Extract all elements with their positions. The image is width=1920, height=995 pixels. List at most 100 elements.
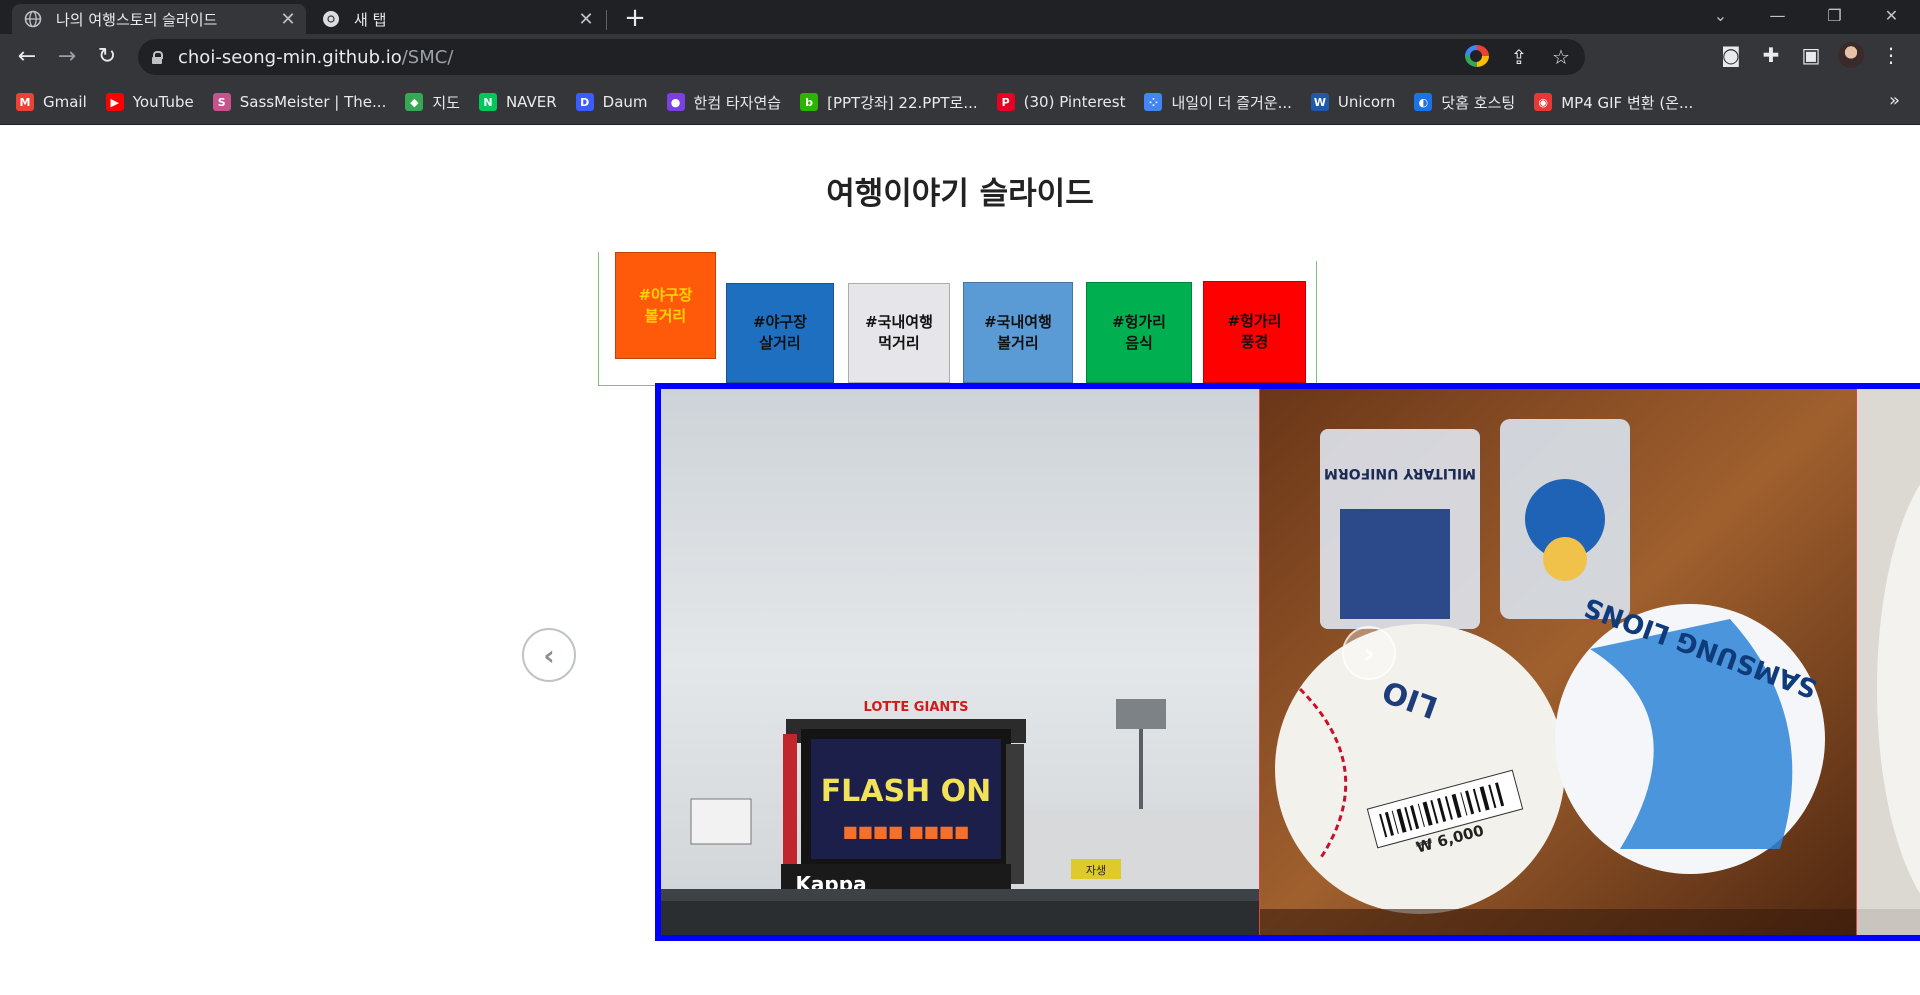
slide-stadium-photo: 자생 FLASH ON ■■■■ ■■■■ LOTTE GIANTS Kappa [661,389,1259,935]
category-label: #야구장 살거리 [753,313,807,352]
camera-icon[interactable]: ◙ [1718,43,1744,67]
address-bar[interactable]: choi-seong-min.github.io/SMC/ ⇪ ☆ [138,39,1585,75]
image-slider: 자생 FLASH ON ■■■■ ■■■■ LOTTE GIANTS Kappa [655,383,1920,941]
tab-title: 새 탭 [354,10,387,29]
bookmark-item[interactable]: ◉ MP4 GIF 변환 (온... [1534,92,1693,113]
bookmark-label: 한컴 타자연습 [693,93,782,112]
bookmark-label: Unicorn [1337,93,1396,111]
naver-icon: N [478,93,497,111]
bookmark-item[interactable]: ⁘ 내일이 더 즐거운... [1144,92,1292,113]
tab-travel-story[interactable]: 나의 여행스토리 슬라이드 ✕ [12,4,306,34]
page-title: 여행이야기 슬라이드 [826,176,1094,212]
bookmark-item[interactable]: ● 한컴 타자연습 [666,92,782,113]
bookmark-label: 지도 [432,93,460,112]
category-label: #국내여행 먹거리 [865,313,933,352]
next-slide-button[interactable]: › [1342,626,1396,680]
tab-new-tab[interactable]: 새 탭 ✕ [310,4,604,34]
url-path: /SMC/ [401,46,454,68]
chrome-icon [322,10,340,28]
converter-icon: ◉ [1534,93,1553,111]
stadium-image: 자생 FLASH ON ■■■■ ■■■■ LOTTE GIANTS Kappa [661,389,1259,935]
close-tab-icon[interactable]: ✕ [276,9,300,30]
category-domestic-food[interactable]: #국내여행 먹거리 [848,283,950,383]
svg-text:■■■■ ■■■■: ■■■■ ■■■■ [843,822,970,841]
team-sign-text: LOTTE GIANTS [864,700,969,715]
youtube-icon: ▶ [105,93,124,111]
blog-icon: b [800,93,819,111]
browser-toolbar: ← → ↻ choi-seong-min.github.io/SMC/ ⇪ ☆ … [0,34,1920,80]
app-grid-icon: ⁘ [1144,93,1163,111]
close-window-button[interactable]: ✕ [1863,0,1920,34]
browser-tabstrip: 나의 여행스토리 슬라이드 ✕ 새 탭 ✕ + ⌄ — ❐ ✕ [0,0,1920,34]
category-hungary-scenery[interactable]: #헝가리 풍경 [1203,281,1306,383]
window-controls: ⌄ — ❐ ✕ [1692,0,1920,34]
minimize-button[interactable]: — [1749,0,1806,34]
bookmark-item[interactable]: P (30) Pinterest [996,93,1125,111]
svg-text:자생: 자생 [1086,864,1106,877]
bookmark-label: NAVER [505,93,557,111]
more-bookmarks-icon[interactable]: » [1889,90,1900,111]
forward-arrow-icon[interactable]: → [54,44,80,70]
chevron-right-icon: › [1363,636,1375,670]
category-ballpark-shopping[interactable]: #야구장 살거리 [726,283,834,383]
globe-icon [24,10,42,28]
category-domestic-sights[interactable]: #국내여행 볼거리 [963,282,1073,383]
souvenir-tag-text: MILITARY UNIFORM [1324,465,1476,481]
bookmark-label: MP4 GIF 변환 (온... [1561,93,1694,112]
url-text[interactable]: choi-seong-min.github.io/SMC/ [178,47,453,68]
profile-avatar[interactable] [1838,42,1864,68]
menu-kebab-icon[interactable]: ⋮ [1878,43,1904,67]
new-tab-button[interactable]: + [620,4,650,34]
maps-icon: ◆ [405,93,424,111]
bookmark-item[interactable]: N NAVER [478,93,557,111]
bookmark-item[interactable]: D Daum [575,93,648,111]
category-menu: #야구장 볼거리 #야구장 살거리 #국내여행 먹거리 #국내여행 볼거리 #헝가리 음… [598,252,1317,386]
bookmark-item[interactable]: ▶ YouTube [105,93,194,111]
bookmark-item[interactable]: b [PPT강좌] 22.PPT로... [800,92,978,113]
tab-divider [606,10,607,30]
category-label: #국내여행 볼거리 [984,312,1052,352]
bookmarks-bar: M Gmail ▶ YouTube S SassMeister | The... ◆ 지도 N N… [0,80,1920,125]
bookmark-item[interactable]: ◐ 닷홈 호스팅 [1414,92,1515,113]
category-label: #헝가리 음식 [1112,312,1166,352]
sassmeister-icon: S [212,93,231,111]
gmail-icon: M [16,93,34,111]
w3-icon: W [1310,93,1329,111]
bookmark-item[interactable]: M Gmail [16,93,87,111]
omnibox-actions: ⇪ ☆ [1465,45,1573,69]
close-tab-icon[interactable]: ✕ [574,9,598,30]
plate-image [1857,389,1920,935]
side-panel-icon[interactable]: ▣ [1798,43,1824,67]
lock-icon[interactable] [152,50,163,64]
category-hungary-food[interactable]: #헝가리 음식 [1086,282,1192,383]
extensions-puzzle-icon[interactable]: ✚ [1758,43,1784,67]
bookmark-star-icon[interactable]: ☆ [1549,45,1573,69]
share-icon[interactable]: ⇪ [1507,45,1531,69]
bookmark-label: Gmail [43,93,87,111]
reload-icon[interactable]: ↻ [94,44,120,70]
bookmark-label: YouTube [132,93,194,111]
bookmark-item[interactable]: S SassMeister | The... [212,93,387,111]
extension-toolbar: ◙ ✚ ▣ ⋮ [1718,42,1904,68]
restore-button[interactable]: ❐ [1806,0,1863,34]
scoreboard-text: FLASH ON [821,774,992,809]
bookmark-label: 닷홈 호스팅 [1441,93,1516,112]
category-ballpark-sights[interactable]: #야구장 볼거리 [615,252,716,359]
page-body: 여행이야기 슬라이드 #야구장 볼거리 #야구장 살거리 #국내여행 먹거리 #국내여… [0,126,1920,995]
bookmark-label: Daum [602,93,648,111]
prev-slide-button[interactable]: ‹ [522,628,576,682]
bookmark-label: 내일이 더 즐거운... [1171,93,1292,112]
hancom-icon: ● [666,93,685,111]
tab-title: 나의 여행스토리 슬라이드 [56,10,218,29]
bookmark-item[interactable]: ◆ 지도 [405,92,460,113]
slide-plate-photo [1857,389,1920,935]
bookmark-item[interactable]: W Unicorn [1310,93,1396,111]
pinterest-icon: P [996,93,1015,111]
bookmark-label: [PPT강좌] 22.PPT로... [827,93,978,112]
dothome-icon: ◐ [1414,93,1433,111]
back-arrow-icon[interactable]: ← [14,44,40,70]
bookmark-label: SassMeister | The... [239,93,387,111]
daum-icon: D [575,93,594,111]
tab-search-icon[interactable]: ⌄ [1692,0,1749,34]
google-lens-icon[interactable] [1465,45,1489,67]
